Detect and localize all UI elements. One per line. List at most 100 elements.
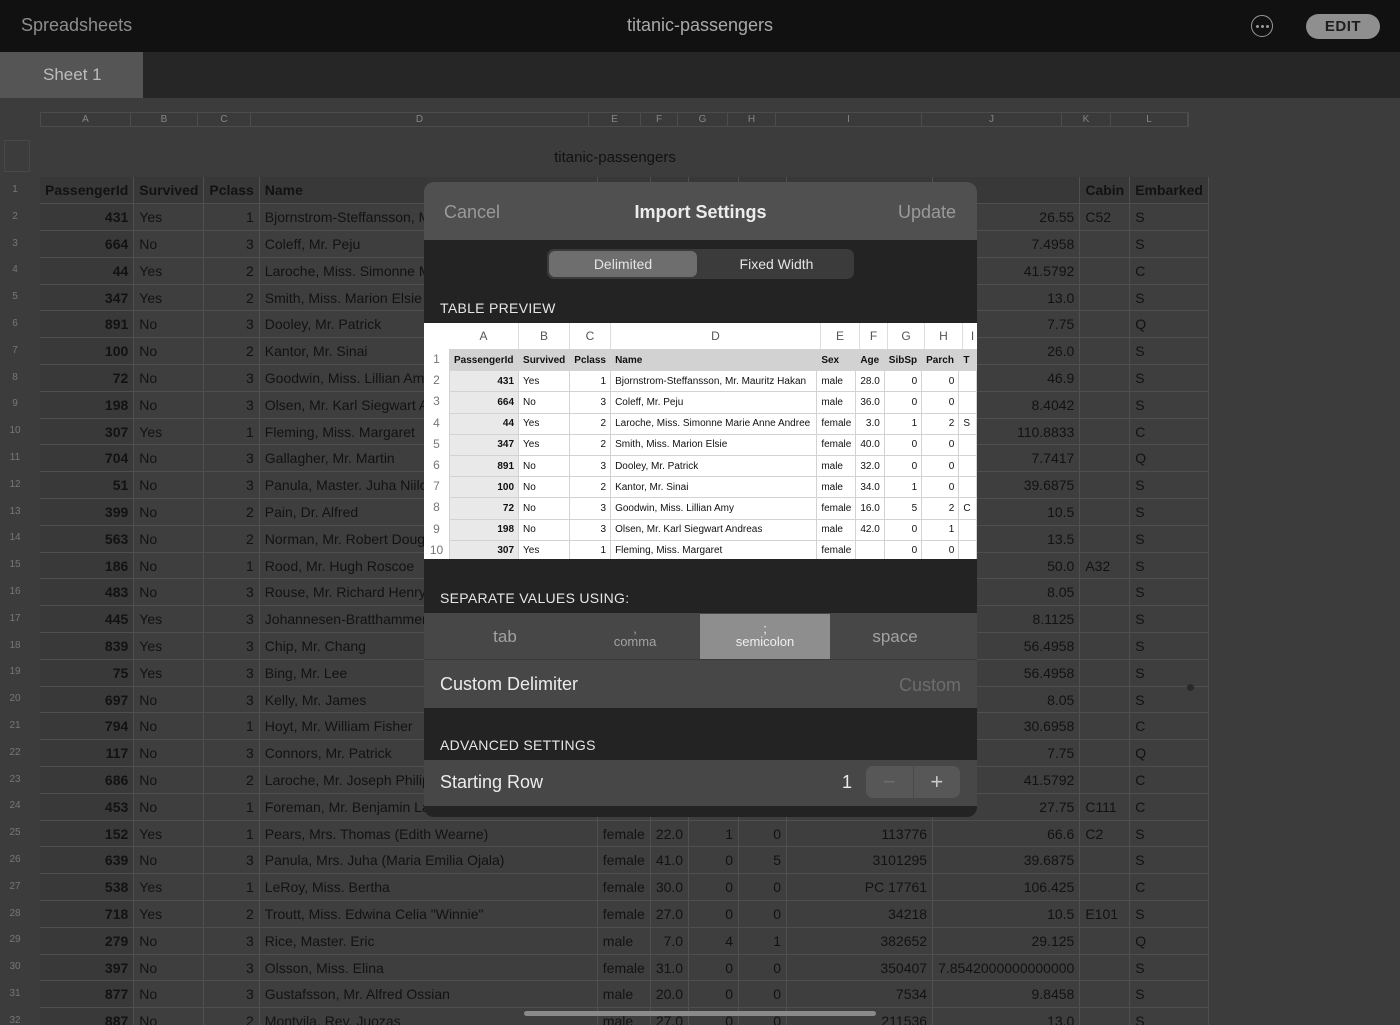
- table-cell[interactable]: Yes: [133, 284, 205, 312]
- column-header[interactable]: L: [1111, 113, 1188, 126]
- table-cell[interactable]: 41.0: [650, 846, 690, 875]
- table-cell[interactable]: S: [1129, 552, 1209, 580]
- table-cell[interactable]: 664: [40, 230, 135, 258]
- table-cell[interactable]: 0: [688, 900, 740, 928]
- table-cell[interactable]: female: [597, 873, 651, 902]
- separator-space-option[interactable]: space: [830, 614, 960, 659]
- table-cell[interactable]: 31.0: [650, 954, 690, 982]
- table-cell[interactable]: 1: [203, 203, 260, 232]
- table-cell[interactable]: 3: [203, 927, 260, 955]
- table-cell[interactable]: [1079, 766, 1131, 794]
- table-cell[interactable]: 2: [203, 498, 260, 526]
- header-cell[interactable]: PassengerId: [40, 177, 135, 205]
- row-number[interactable]: 2: [0, 204, 30, 231]
- row-number[interactable]: 13: [0, 499, 30, 526]
- header-cell[interactable]: Embarked: [1129, 177, 1209, 205]
- table-cell[interactable]: No: [133, 337, 205, 366]
- table-cell[interactable]: 2: [203, 257, 260, 285]
- table-cell[interactable]: No: [133, 444, 205, 473]
- separator-comma-option[interactable]: , comma: [570, 614, 700, 659]
- table-cell[interactable]: S: [1129, 203, 1209, 232]
- table-cell[interactable]: Yes: [133, 632, 205, 660]
- table-cell[interactable]: C: [1129, 712, 1209, 741]
- table-cell[interactable]: [1079, 605, 1131, 634]
- table-cell[interactable]: C: [1129, 257, 1209, 285]
- delimited-segment[interactable]: Delimited: [549, 251, 697, 277]
- table-cell[interactable]: No: [133, 739, 205, 768]
- table-cell[interactable]: 1: [203, 418, 260, 446]
- table-cell[interactable]: 10.5: [932, 900, 1081, 928]
- update-button[interactable]: Update: [898, 202, 956, 223]
- table-cell[interactable]: [1079, 471, 1131, 500]
- table-cell[interactable]: LeRoy, Miss. Bertha: [259, 873, 598, 902]
- table-cell[interactable]: [1079, 1007, 1131, 1025]
- table-cell[interactable]: S: [1129, 498, 1209, 526]
- table-cell[interactable]: No: [133, 954, 205, 982]
- table-cell[interactable]: Rice, Master. Eric: [259, 927, 598, 955]
- row-number[interactable]: 6: [0, 311, 30, 338]
- table-cell[interactable]: 877: [40, 980, 135, 1009]
- table-cell[interactable]: S: [1129, 632, 1209, 660]
- table-cell[interactable]: 279: [40, 927, 135, 955]
- table-cell[interactable]: 1: [203, 712, 260, 741]
- table-cell[interactable]: No: [133, 980, 205, 1009]
- fixed-width-segment[interactable]: Fixed Width: [701, 251, 852, 277]
- table-cell[interactable]: 0: [738, 900, 788, 928]
- table-cell[interactable]: 1: [203, 793, 260, 821]
- table-cell[interactable]: Q: [1129, 444, 1209, 473]
- table-cell[interactable]: Q: [1129, 739, 1209, 768]
- column-header[interactable]: A: [41, 113, 131, 126]
- table-cell[interactable]: 2: [203, 284, 260, 312]
- table-cell[interactable]: S: [1129, 954, 1209, 982]
- row-number[interactable]: 29: [0, 927, 30, 954]
- table-cell[interactable]: [1079, 498, 1131, 526]
- table-cell[interactable]: Q: [1129, 927, 1209, 955]
- table-cell[interactable]: [1079, 954, 1131, 982]
- table-cell[interactable]: 2: [203, 900, 260, 928]
- table-cell[interactable]: 3: [203, 605, 260, 634]
- table-cell[interactable]: S: [1129, 980, 1209, 1009]
- table-cell[interactable]: [1079, 444, 1131, 473]
- column-header[interactable]: E: [589, 113, 641, 126]
- table-cell[interactable]: 563: [40, 525, 135, 553]
- table-cell[interactable]: Olsson, Miss. Elina: [259, 954, 598, 982]
- table-cell[interactable]: Yes: [133, 900, 205, 928]
- table-cell[interactable]: 445: [40, 605, 135, 634]
- table-cell[interactable]: 34218: [786, 900, 934, 928]
- scroll-indicator[interactable]: [1187, 684, 1194, 691]
- table-cell[interactable]: 0: [688, 980, 740, 1009]
- table-cell[interactable]: 30.0: [650, 873, 690, 902]
- table-cell[interactable]: No: [133, 1007, 205, 1025]
- table-cell[interactable]: 20.0: [650, 980, 690, 1009]
- row-number[interactable]: 5: [0, 284, 30, 311]
- table-cell[interactable]: 347: [40, 284, 135, 312]
- table-cell[interactable]: C52: [1079, 203, 1131, 232]
- table-cell[interactable]: [1079, 873, 1131, 902]
- table-cell[interactable]: 839: [40, 632, 135, 660]
- table-cell[interactable]: [1079, 686, 1131, 714]
- table-cell[interactable]: C: [1129, 793, 1209, 821]
- custom-delimiter-input[interactable]: [831, 672, 961, 698]
- row-number[interactable]: 21: [0, 713, 30, 740]
- table-cell[interactable]: 3: [203, 980, 260, 1009]
- table-cell[interactable]: 3: [203, 578, 260, 607]
- table-cell[interactable]: No: [133, 391, 205, 419]
- table-cell[interactable]: No: [133, 578, 205, 607]
- table-cell[interactable]: [1079, 632, 1131, 660]
- table-cell[interactable]: S: [1129, 686, 1209, 714]
- table-cell[interactable]: 7.0: [650, 927, 690, 955]
- table-cell[interactable]: No: [133, 525, 205, 553]
- table-cell[interactable]: 3: [203, 954, 260, 982]
- table-cell[interactable]: [1079, 659, 1131, 687]
- table-cell[interactable]: S: [1129, 284, 1209, 312]
- table-cell[interactable]: C: [1129, 766, 1209, 794]
- separator-tab-option[interactable]: tab: [440, 614, 570, 659]
- table-cell[interactable]: C: [1129, 418, 1209, 446]
- table-cell[interactable]: 198: [40, 391, 135, 419]
- table-cell[interactable]: [1079, 310, 1131, 339]
- table-cell[interactable]: 152: [40, 820, 135, 848]
- table-cell[interactable]: 13.0: [932, 1007, 1081, 1025]
- table-cell[interactable]: 3: [203, 846, 260, 875]
- row-number[interactable]: 26: [0, 847, 30, 874]
- row-number[interactable]: 14: [0, 525, 30, 552]
